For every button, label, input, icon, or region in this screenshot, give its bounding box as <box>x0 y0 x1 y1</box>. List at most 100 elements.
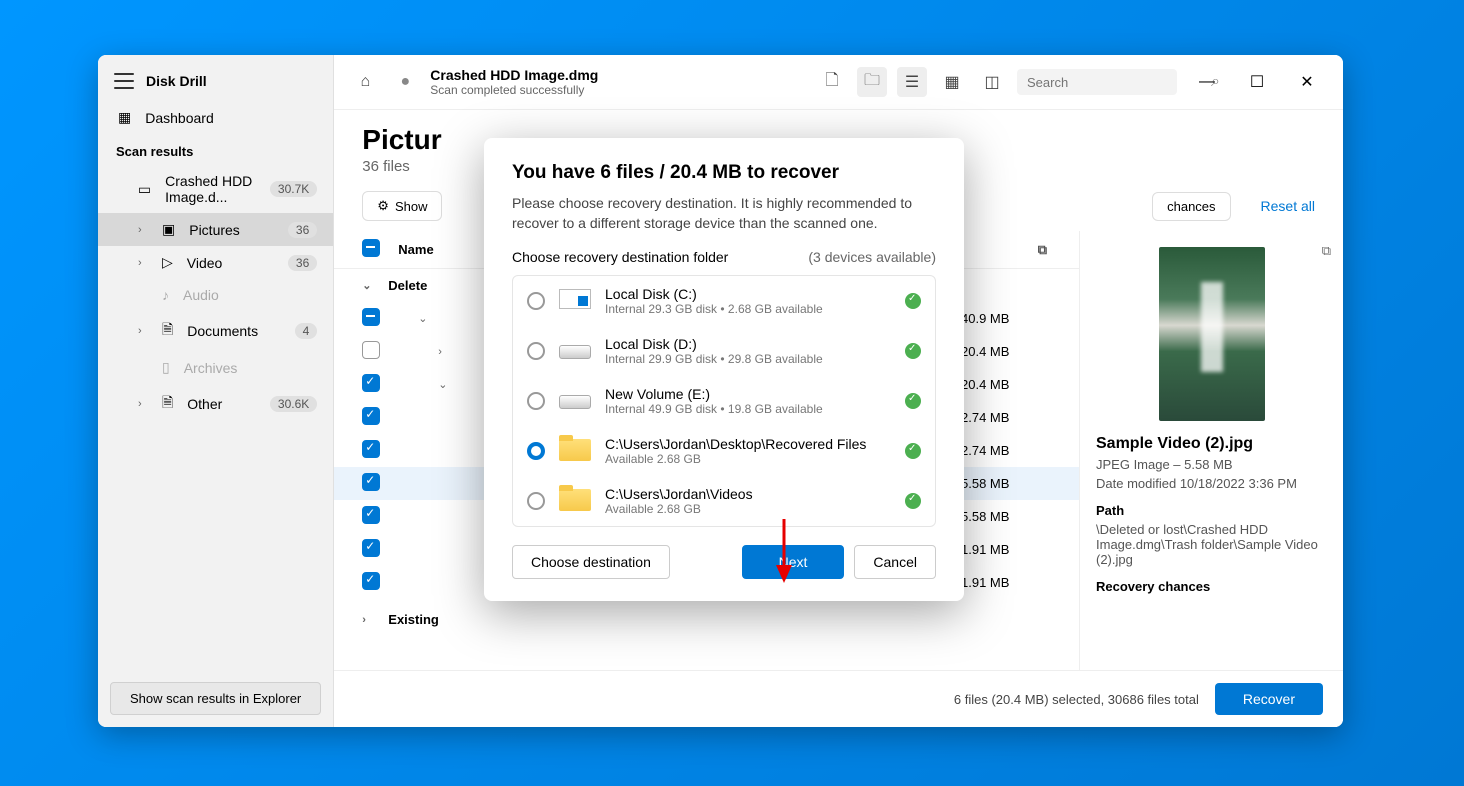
cancel-button[interactable]: Cancel <box>854 545 936 579</box>
status-ok-icon <box>905 493 921 509</box>
chevron-down-icon[interactable]: ⌄ <box>418 312 432 325</box>
chevron-down-icon[interactable]: ⌄ <box>438 378 452 391</box>
show-in-explorer-button[interactable]: Show scan results in Explorer <box>110 682 321 715</box>
radio-button[interactable] <box>527 492 545 510</box>
recover-button[interactable]: Recover <box>1215 683 1323 715</box>
path-value: \Deleted or lost\Crashed HDD Image.dmg\T… <box>1096 522 1327 567</box>
sidebar-header: Disk Drill <box>98 55 333 101</box>
chevron-down-icon[interactable]: ⌄ <box>362 279 376 292</box>
group-label: Existing <box>388 612 439 627</box>
sidebar-item-documents[interactable]: › 🗎 Documents 4 <box>98 311 333 351</box>
panel-toggle-icon[interactable]: ◫ <box>977 67 1007 97</box>
destination-item[interactable]: New Volume (E:)Internal 49.9 GB disk • 1… <box>513 376 935 426</box>
destination-item[interactable]: Local Disk (C:)Internal 29.3 GB disk • 2… <box>513 276 935 326</box>
disk-icon <box>559 345 591 359</box>
sidebar-item-label: Archives <box>184 360 238 376</box>
destination-item[interactable]: C:\Users\Jordan\Desktop\Recovered FilesA… <box>513 426 935 476</box>
topbar: ⌂ ● Crashed HDD Image.dmg Scan completed… <box>334 55 1343 110</box>
size-cell: 2.74 MB <box>961 410 1051 425</box>
disk-icon <box>559 395 591 409</box>
row-checkbox[interactable] <box>362 539 380 557</box>
name-column-header[interactable]: Name <box>398 242 433 257</box>
home-icon[interactable]: ⌂ <box>350 67 380 97</box>
size-cell: 1.91 MB <box>961 542 1051 557</box>
radio-button[interactable] <box>527 292 545 310</box>
dashboard-icon: ▦ <box>118 109 131 126</box>
row-checkbox[interactable] <box>362 440 380 458</box>
row-checkbox[interactable] <box>362 374 380 392</box>
reset-all-link[interactable]: Reset all <box>1261 198 1315 214</box>
size-cell: 40.9 MB <box>961 311 1051 326</box>
size-cell: 20.4 MB <box>961 377 1051 392</box>
size-cell: 20.4 MB <box>961 344 1051 359</box>
sidebar-item-label: Audio <box>183 287 219 303</box>
search-box[interactable]: ⌕ <box>1017 69 1177 95</box>
radio-button[interactable] <box>527 342 545 360</box>
radio-button[interactable] <box>527 392 545 410</box>
scan-info: Crashed HDD Image.dmg Scan completed suc… <box>430 67 598 97</box>
windows-disk-icon <box>559 289 591 309</box>
grid-view-icon[interactable]: ▦ <box>937 67 967 97</box>
menu-icon[interactable] <box>114 73 134 89</box>
details-panel: ⧉ Sample Video (2).jpg JPEG Image – 5.58… <box>1079 231 1343 670</box>
dest-name: Local Disk (D:) <box>605 336 891 352</box>
footer-bar: 6 files (20.4 MB) selected, 30686 files … <box>334 670 1343 727</box>
chevron-right-icon[interactable]: › <box>362 614 376 626</box>
selection-status: 6 files (20.4 MB) selected, 30686 files … <box>954 692 1199 707</box>
recovery-chances-label: Recovery chances <box>1096 579 1327 594</box>
size-cell: 5.58 MB <box>961 476 1051 491</box>
chevron-right-icon[interactable]: › <box>438 346 452 358</box>
file-icon[interactable]: 🗋 <box>817 67 847 97</box>
folder-view-icon[interactable]: 🗀 <box>857 67 887 97</box>
archives-icon: ▯ <box>162 359 170 376</box>
destination-item[interactable]: Local Disk (D:)Internal 29.9 GB disk • 2… <box>513 326 935 376</box>
status-ok-icon <box>905 443 921 459</box>
open-external-icon[interactable]: ⧉ <box>1322 243 1331 259</box>
close-button[interactable]: ✕ <box>1287 68 1327 96</box>
filter-icon: ⚙ <box>377 198 389 214</box>
search-input[interactable] <box>1027 75 1203 90</box>
sidebar-item-device[interactable]: ▭ Crashed HDD Image.d... 30.7K <box>98 165 333 213</box>
choose-destination-button[interactable]: Choose destination <box>512 545 670 579</box>
list-view-icon[interactable]: ☰ <box>897 67 927 97</box>
destination-item[interactable]: C:\Users\Jordan\VideosAvailable 2.68 GB <box>513 476 935 526</box>
sidebar-item-pictures[interactable]: › ▣ Pictures 36 <box>98 213 333 246</box>
choose-folder-label: Choose recovery destination folder <box>512 249 728 265</box>
row-checkbox[interactable] <box>362 341 380 359</box>
dest-name: C:\Users\Jordan\Videos <box>605 486 891 502</box>
row-checkbox[interactable] <box>362 308 380 326</box>
radio-button[interactable] <box>527 442 545 460</box>
badge: 36 <box>288 222 317 238</box>
select-all-checkbox[interactable] <box>362 239 380 257</box>
detail-type: JPEG Image – 5.58 MB <box>1096 457 1327 472</box>
modal-buttons: Choose destination Next Cancel <box>512 545 936 579</box>
audio-icon: ♪ <box>162 287 169 303</box>
sidebar-item-label: Pictures <box>189 222 240 238</box>
minimize-button[interactable]: — <box>1187 68 1227 96</box>
show-filter-button[interactable]: ⚙Show <box>362 191 442 221</box>
sidebar-item-audio[interactable]: ♪ Audio <box>98 279 333 311</box>
destination-list[interactable]: Local Disk (C:)Internal 29.3 GB disk • 2… <box>512 275 936 527</box>
folder-icon <box>559 439 591 461</box>
row-checkbox[interactable] <box>362 572 380 590</box>
row-checkbox[interactable] <box>362 407 380 425</box>
sidebar-item-video[interactable]: › ▷ Video 36 <box>98 246 333 279</box>
row-checkbox[interactable] <box>362 473 380 491</box>
open-external-icon[interactable]: ⧉ <box>1038 242 1047 258</box>
badge: 30.7K <box>270 181 317 197</box>
maximize-button[interactable]: ☐ <box>1237 68 1277 96</box>
detail-date: Date modified 10/18/2022 3:36 PM <box>1096 476 1327 491</box>
row-checkbox[interactable] <box>362 506 380 524</box>
nav-dashboard[interactable]: ▦ Dashboard <box>98 101 333 134</box>
group-existing[interactable]: › Existing <box>334 603 1079 636</box>
chevron-right-icon: › <box>138 257 148 269</box>
recovery-chances-button[interactable]: chances <box>1152 192 1230 221</box>
video-icon: ▷ <box>162 254 173 271</box>
next-button[interactable]: Next <box>742 545 845 579</box>
dest-name: New Volume (E:) <box>605 386 891 402</box>
preview-image <box>1159 247 1265 421</box>
recovery-destination-modal: You have 6 files / 20.4 MB to recover Pl… <box>484 138 964 601</box>
sidebar-item-archives[interactable]: ▯ Archives <box>98 351 333 384</box>
status-ok-icon <box>905 293 921 309</box>
sidebar-item-other[interactable]: › 🗎 Other 30.6K <box>98 384 333 424</box>
